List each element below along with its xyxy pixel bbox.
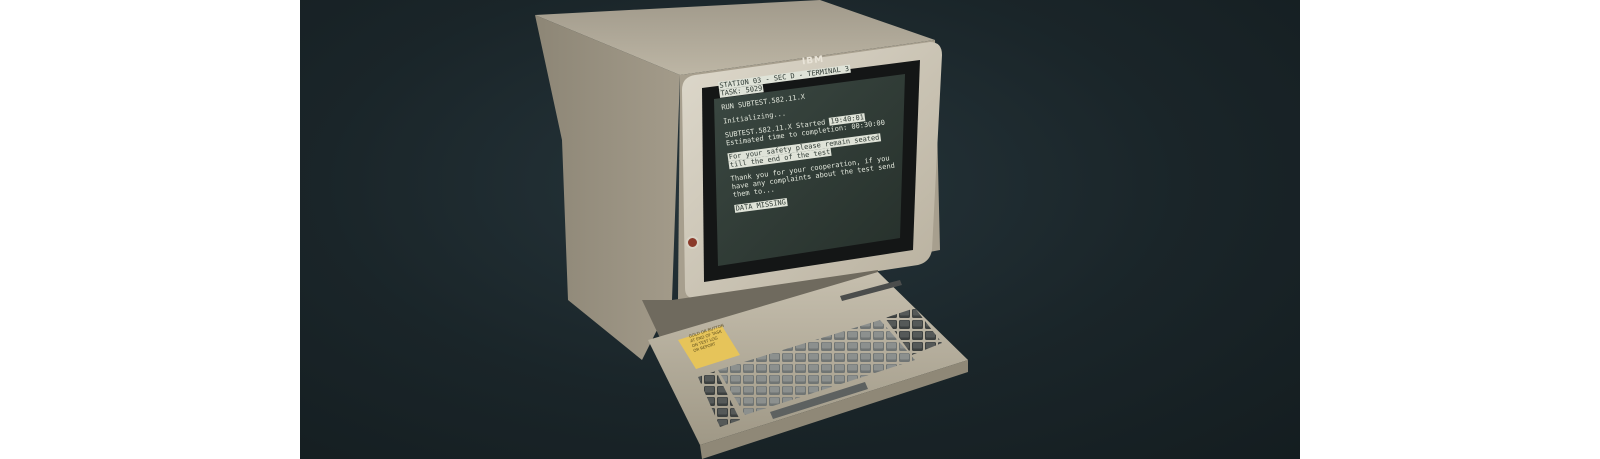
keyboard-assembly (642, 270, 968, 459)
photo-frame: IBM STATION 03 - SEC D - TERMINAL 3 TASK… (300, 0, 1300, 459)
